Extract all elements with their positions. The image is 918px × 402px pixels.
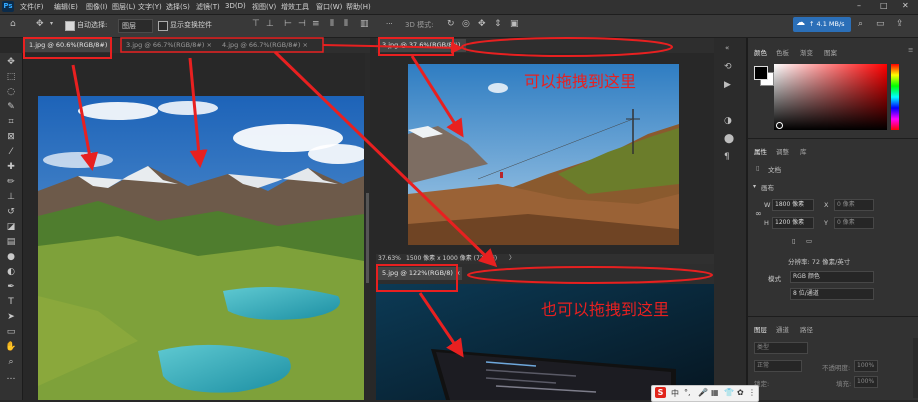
mode-label: 模式 [768,275,781,283]
height-label: H [764,219,769,227]
ime-menu-icon[interactable]: ⋮⋮ [748,388,764,397]
right-panel: 颜色 色板 渐变 图案 ≡ 属性 调整 库 ▯ 文档 ▾ 画布 W 1800 像… [747,38,918,400]
width-label: W [764,201,771,209]
x-label: X [824,201,829,209]
ime-punctuation[interactable]: °, [684,388,691,397]
hue-slider[interactable] [891,64,899,130]
orientation-landscape-icon[interactable]: ▭ [806,237,812,245]
tab-layers[interactable]: 图层 [754,324,767,334]
document-icon: ▯ [756,164,760,172]
width-field[interactable]: 1800 像素 [772,199,814,211]
highlight-tab-5jpg [376,264,458,292]
fill-label: 填充: [836,380,852,388]
annotation-bottom: 也可以拖拽到这里 [541,300,670,319]
doc-label: 文档 [768,166,781,174]
y-label: Y [824,219,828,227]
tab-gradients[interactable]: 渐变 [800,47,813,57]
highlight-tab-1jpg [23,37,112,59]
orientation-portrait-icon[interactable]: ▯ [792,237,796,245]
fill-field[interactable]: 100% [854,376,878,388]
history-panel-icon[interactable]: ⟲ [724,62,732,72]
annotation-top: 可以拖拽到这里 [524,72,637,91]
opacity-field[interactable]: 100% [854,360,878,372]
styles-panel-icon[interactable]: ⬤ [724,134,734,144]
foreground-swatch[interactable] [754,66,768,80]
layer-filter-dropdown[interactable]: 类型 [754,342,808,354]
canvas-chevron-icon[interactable]: ▾ [753,183,756,190]
panel-icon-column: « ⟲ ▶ ◑ ⬤ ¶ [714,38,747,400]
link-icon[interactable]: ∞ [755,209,762,218]
tab-adjustments[interactable]: 调整 [776,146,789,156]
tab-paths[interactable]: 路径 [800,324,813,334]
tab-channels[interactable]: 通道 [776,324,789,334]
tab-swatches[interactable]: 色板 [776,47,789,57]
depth-dropdown[interactable]: 8 位/通道 [790,288,874,300]
blend-mode-dropdown[interactable]: 正常 [754,360,802,372]
highlight-tabs-3-4 [120,37,324,53]
sogou-logo: S [655,387,666,398]
ime-chinese-mode[interactable]: 中 [671,388,679,399]
opacity-label: 不透明度: [822,364,851,372]
mode-dropdown[interactable]: RGB 颜色 [790,271,874,283]
panel-menu-icon[interactable]: ≡ [908,46,913,54]
adjustments-panel-icon[interactable]: ◑ [724,116,732,126]
resolution-text: 分辨率: 72 像素/英寸 [788,258,851,266]
ime-toolbar: S 中 °, 🎤 ▦ 👕 ✿ ⋮⋮ [651,385,764,402]
tab-color[interactable]: 颜色 [754,47,767,57]
actions-panel-icon[interactable]: ▶ [724,80,731,90]
drop-zone-top [461,37,673,57]
tab-properties[interactable]: 属性 [754,146,767,156]
panel-scrollbar[interactable] [913,338,918,398]
skin-icon[interactable]: 👕 [724,388,734,397]
y-field[interactable]: 0 像素 [834,217,874,229]
x-field[interactable]: 0 像素 [834,199,874,211]
keyboard-icon[interactable]: ▦ [711,388,719,397]
drop-zone-bottom [467,266,713,284]
toolbox-icon[interactable]: ✿ [737,388,744,397]
canvas-label: 画布 [761,184,774,192]
height-field[interactable]: 1200 像素 [772,217,814,229]
color-picker-field[interactable] [774,64,887,130]
tab-patterns[interactable]: 图案 [824,47,837,57]
paragraph-panel-icon[interactable]: ¶ [724,152,730,162]
tab-libraries[interactable]: 库 [800,146,807,156]
microphone-icon[interactable]: 🎤 [698,388,708,397]
collapse-icon[interactable]: « [725,44,729,52]
